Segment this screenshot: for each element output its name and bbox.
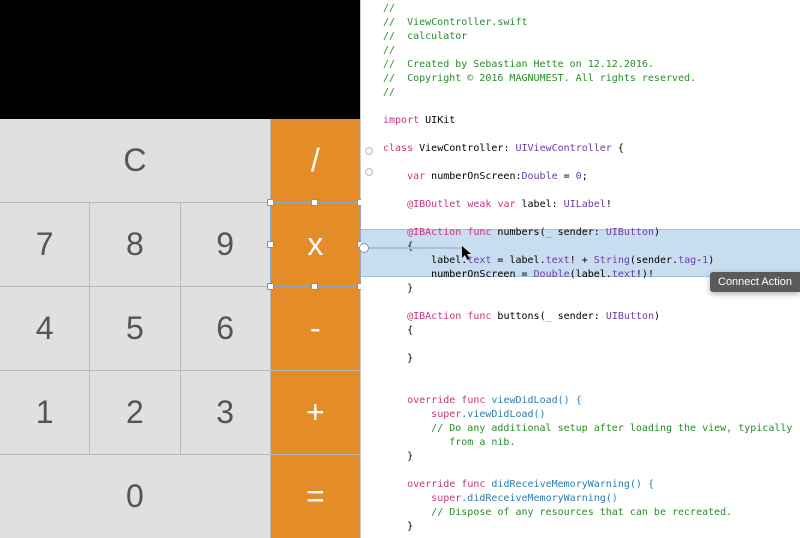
code-line <box>383 534 800 538</box>
multiply-label: x <box>307 226 323 263</box>
code-line: super.didReceiveMemoryWarning() <box>383 492 800 506</box>
code-line <box>383 296 800 310</box>
code-line: // Copyright © 2016 MAGNUMEST. All right… <box>383 72 800 86</box>
outlet-indicator-icon[interactable] <box>365 147 373 155</box>
resize-handle[interactable] <box>311 283 318 290</box>
resize-handle[interactable] <box>267 283 274 290</box>
code-line: { <box>383 324 800 338</box>
code-line <box>383 338 800 352</box>
code-line: // <box>383 86 800 100</box>
code-line: } <box>383 450 800 464</box>
resize-handle[interactable] <box>267 241 274 248</box>
code-line: override func didReceiveMemoryWarning() … <box>383 478 800 492</box>
connection-source-dot <box>359 243 369 253</box>
code-line <box>383 464 800 478</box>
code-line: var numberOnScreen:Double = 0; <box>383 170 800 184</box>
multiply-button[interactable]: x <box>271 203 360 286</box>
code-line: @IBAction func numbers(_ sender: UIButto… <box>383 226 800 240</box>
code-line <box>383 212 800 226</box>
code-line: import UIKit <box>383 114 800 128</box>
code-line: @IBAction func buttons(_ sender: UIButto… <box>383 310 800 324</box>
digit-6-button[interactable]: 6 <box>181 287 270 370</box>
calculator-canvas: C / 7 8 9 x 4 5 6 - 1 2 3 + 0 = <box>0 0 361 538</box>
code-line <box>383 128 800 142</box>
divide-button[interactable]: / <box>271 119 360 202</box>
calc-button-grid: C / 7 8 9 x 4 5 6 - 1 2 3 + 0 = <box>0 119 360 538</box>
digit-2-button[interactable]: 2 <box>90 371 179 454</box>
connect-action-tooltip: Connect Action <box>710 272 800 292</box>
code-line: } <box>383 520 800 534</box>
digit-3-button[interactable]: 3 <box>181 371 270 454</box>
code-line: // calculator <box>383 30 800 44</box>
resize-handle[interactable] <box>311 199 318 206</box>
code-line: // Dispose of any resources that can be … <box>383 506 800 520</box>
action-indicator-icon[interactable] <box>365 168 373 176</box>
code-line <box>383 156 800 170</box>
code-line: // <box>383 2 800 16</box>
digit-5-button[interactable]: 5 <box>90 287 179 370</box>
code-line: // Do any additional setup after loading… <box>383 422 800 436</box>
code-line: label.text = label.text! + String(sender… <box>383 254 800 268</box>
code-line <box>383 100 800 114</box>
code-line <box>383 366 800 380</box>
code-line: class ViewController: UIViewController { <box>383 142 800 156</box>
digit-0-button[interactable]: 0 <box>0 455 270 538</box>
code-line: // Created by Sebastian Hette on 12.12.2… <box>383 58 800 72</box>
digit-8-button[interactable]: 8 <box>90 203 179 286</box>
equals-button[interactable]: = <box>271 455 360 538</box>
code-line: } <box>383 352 800 366</box>
code-line: from a nib. <box>383 436 800 450</box>
code-line <box>383 380 800 394</box>
code-line: @IBOutlet weak var label: UILabel! <box>383 198 800 212</box>
digit-7-button[interactable]: 7 <box>0 203 89 286</box>
resize-handle[interactable] <box>267 199 274 206</box>
code-line: override func viewDidLoad() { <box>383 394 800 408</box>
code-line: super.viewDidLoad() <box>383 408 800 422</box>
code-line: // ViewController.swift <box>383 16 800 30</box>
add-button[interactable]: + <box>271 371 360 454</box>
code-line <box>383 184 800 198</box>
digit-4-button[interactable]: 4 <box>0 287 89 370</box>
digit-9-button[interactable]: 9 <box>181 203 270 286</box>
calc-display <box>0 0 360 119</box>
code-editor[interactable]: // // ViewController.swift // calculator… <box>361 0 800 538</box>
digit-1-button[interactable]: 1 <box>0 371 89 454</box>
code-line: // <box>383 44 800 58</box>
connection-line <box>365 247 462 249</box>
clear-button[interactable]: C <box>0 119 270 202</box>
subtract-button[interactable]: - <box>271 287 360 370</box>
